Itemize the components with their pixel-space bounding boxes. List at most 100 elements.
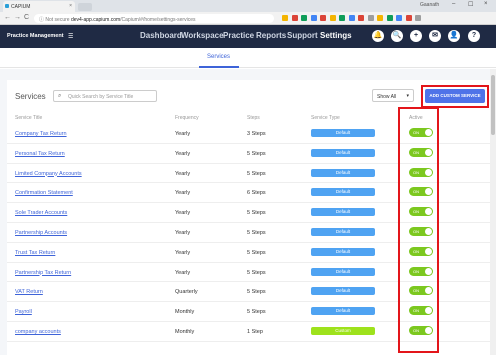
scrollbar[interactable] (490, 69, 496, 355)
scrollbar-thumb[interactable] (491, 75, 495, 135)
frequency-cell: Yearly (175, 150, 191, 157)
back-icon[interactable]: ← (4, 14, 11, 21)
frequency-cell: Yearly (175, 210, 191, 217)
service-type-badge: Custom (311, 327, 375, 335)
service-title-link[interactable]: company accounts (15, 329, 61, 335)
close-window-icon[interactable]: × (484, 1, 488, 7)
search-field-icon: ⌕ (58, 93, 62, 99)
extension-icon[interactable] (415, 15, 421, 21)
steps-cell: 5 Steps (247, 210, 266, 217)
url-domain: dev4-app.capium.com (70, 17, 121, 23)
tab-close-icon[interactable]: × (69, 3, 72, 9)
steps-cell: 5 Steps (247, 289, 266, 296)
service-title-link[interactable]: Payroll (15, 309, 32, 315)
service-title-link[interactable]: Confirmation Statement (15, 190, 73, 196)
browser-profile[interactable]: Gaanath (420, 2, 439, 8)
extension-icon[interactable] (282, 15, 288, 21)
forward-icon[interactable]: → (14, 14, 21, 21)
frequency-cell: Yearly (175, 230, 191, 236)
extension-icon[interactable] (339, 15, 345, 21)
service-type-badge: Default (311, 228, 375, 236)
service-title-link[interactable]: Partnership Tax Return (15, 270, 71, 276)
nav-dashboard[interactable]: Dashboard (140, 31, 182, 40)
steps-cell: 1 Step (247, 329, 263, 335)
header-frequency: Frequency (175, 115, 199, 121)
frequency-cell: Yearly (175, 249, 191, 256)
service-title-link[interactable]: Trust Tax Return (15, 250, 55, 256)
service-title-link[interactable]: Partnership Accounts (15, 230, 67, 236)
user-icon[interactable]: 👤 (448, 30, 460, 42)
maximize-icon[interactable]: ☐ (468, 1, 473, 8)
tab-title: CAPIUM (11, 4, 31, 10)
service-type-badge: Default (311, 168, 375, 177)
active-tab-underline (199, 66, 239, 68)
menu-icon[interactable]: ☰ (68, 33, 73, 40)
address-bar: ← → C ⓘ Not secure dev4-app.capium.com/C… (0, 12, 496, 25)
url-path: /Capium/#/home/settings-services (120, 17, 196, 23)
add-icon[interactable]: + (410, 30, 422, 42)
service-type-badge: Default (311, 247, 375, 256)
service-title-link[interactable]: Personal Tax Return (15, 151, 65, 157)
extension-icon[interactable] (329, 15, 336, 21)
add-custom-service-button[interactable]: ADD CUSTOM SERVICE (425, 89, 485, 103)
minimize-icon[interactable]: – (452, 1, 455, 7)
filter-value: Show All (377, 94, 397, 100)
browser-tab-bar: CAPIUM × Gaanath – ☐ × (0, 0, 496, 12)
header-steps: Steps (247, 115, 260, 121)
url-field[interactable]: ⓘ Not secure dev4-app.capium.com/Capium/… (34, 14, 274, 23)
extension-icon[interactable] (291, 15, 298, 21)
header-service-title: Service Title (15, 115, 43, 121)
nav-practice[interactable]: Practice (223, 31, 254, 40)
steps-cell: 5 Steps (247, 170, 266, 177)
extension-icon[interactable] (386, 15, 393, 21)
frequency-cell: Yearly (175, 131, 191, 137)
help-icon[interactable]: ? (468, 30, 480, 42)
filter-select[interactable]: Show All ▾ (372, 89, 414, 102)
search-icon[interactable]: 🔍 (391, 30, 403, 42)
service-type-badge: Default (311, 148, 375, 157)
service-type-badge: Default (311, 267, 375, 276)
service-title-link[interactable]: Company Tax Return (15, 131, 67, 137)
search-placeholder: Quick Search by Service Title (68, 94, 134, 100)
not-secure-label: ⓘ Not secure (39, 17, 70, 23)
extension-icon[interactable] (367, 15, 374, 21)
steps-cell: 5 Steps (247, 269, 266, 276)
steps-cell: 3 Steps (247, 131, 266, 137)
service-title-link[interactable]: Limited Company Accounts (15, 171, 82, 177)
tab-services[interactable]: Services (207, 54, 230, 60)
steps-cell: 5 Steps (247, 150, 266, 157)
frequency-cell: Monthly (175, 309, 195, 316)
extension-icon[interactable] (377, 15, 383, 21)
search-input[interactable]: ⌕ Quick Search by Service Title (53, 90, 157, 102)
extension-icon[interactable] (405, 15, 412, 21)
browser-tab[interactable]: CAPIUM × (3, 1, 75, 12)
service-type-badge: Default (311, 208, 375, 217)
nav-workspace[interactable]: Workspace (181, 31, 224, 40)
nav-settings[interactable]: Settings (320, 31, 352, 40)
nav-reports[interactable]: Reports (256, 31, 286, 40)
extension-icon[interactable] (396, 15, 402, 21)
sub-navigation (0, 48, 496, 68)
frequency-cell: Yearly (175, 269, 191, 276)
extension-icon[interactable] (320, 15, 326, 21)
reload-icon[interactable]: C (24, 14, 29, 21)
notification-icon[interactable]: 🔔 (372, 30, 384, 42)
extension-icon[interactable] (348, 15, 355, 21)
highlight-box-active-column (398, 107, 439, 353)
mail-icon[interactable]: ✉ (429, 30, 441, 42)
frequency-cell: Yearly (175, 170, 191, 177)
extension-icon[interactable] (358, 15, 364, 21)
steps-cell: 6 Steps (247, 190, 266, 197)
service-type-badge: Default (311, 129, 375, 137)
extension-icon[interactable] (301, 15, 307, 21)
service-title-link[interactable]: Sole Trader Accounts (15, 210, 67, 216)
steps-cell: 5 Steps (247, 309, 266, 316)
nav-support[interactable]: Support (287, 31, 318, 40)
chevron-down-icon: ▾ (406, 93, 409, 99)
page-title: Services (15, 92, 46, 101)
service-type-badge: Default (311, 188, 375, 197)
service-title-link[interactable]: VAT Return (15, 289, 43, 295)
frequency-cell: Monthly (175, 329, 195, 335)
extension-icon[interactable] (310, 15, 317, 21)
new-tab-button[interactable] (78, 3, 92, 11)
